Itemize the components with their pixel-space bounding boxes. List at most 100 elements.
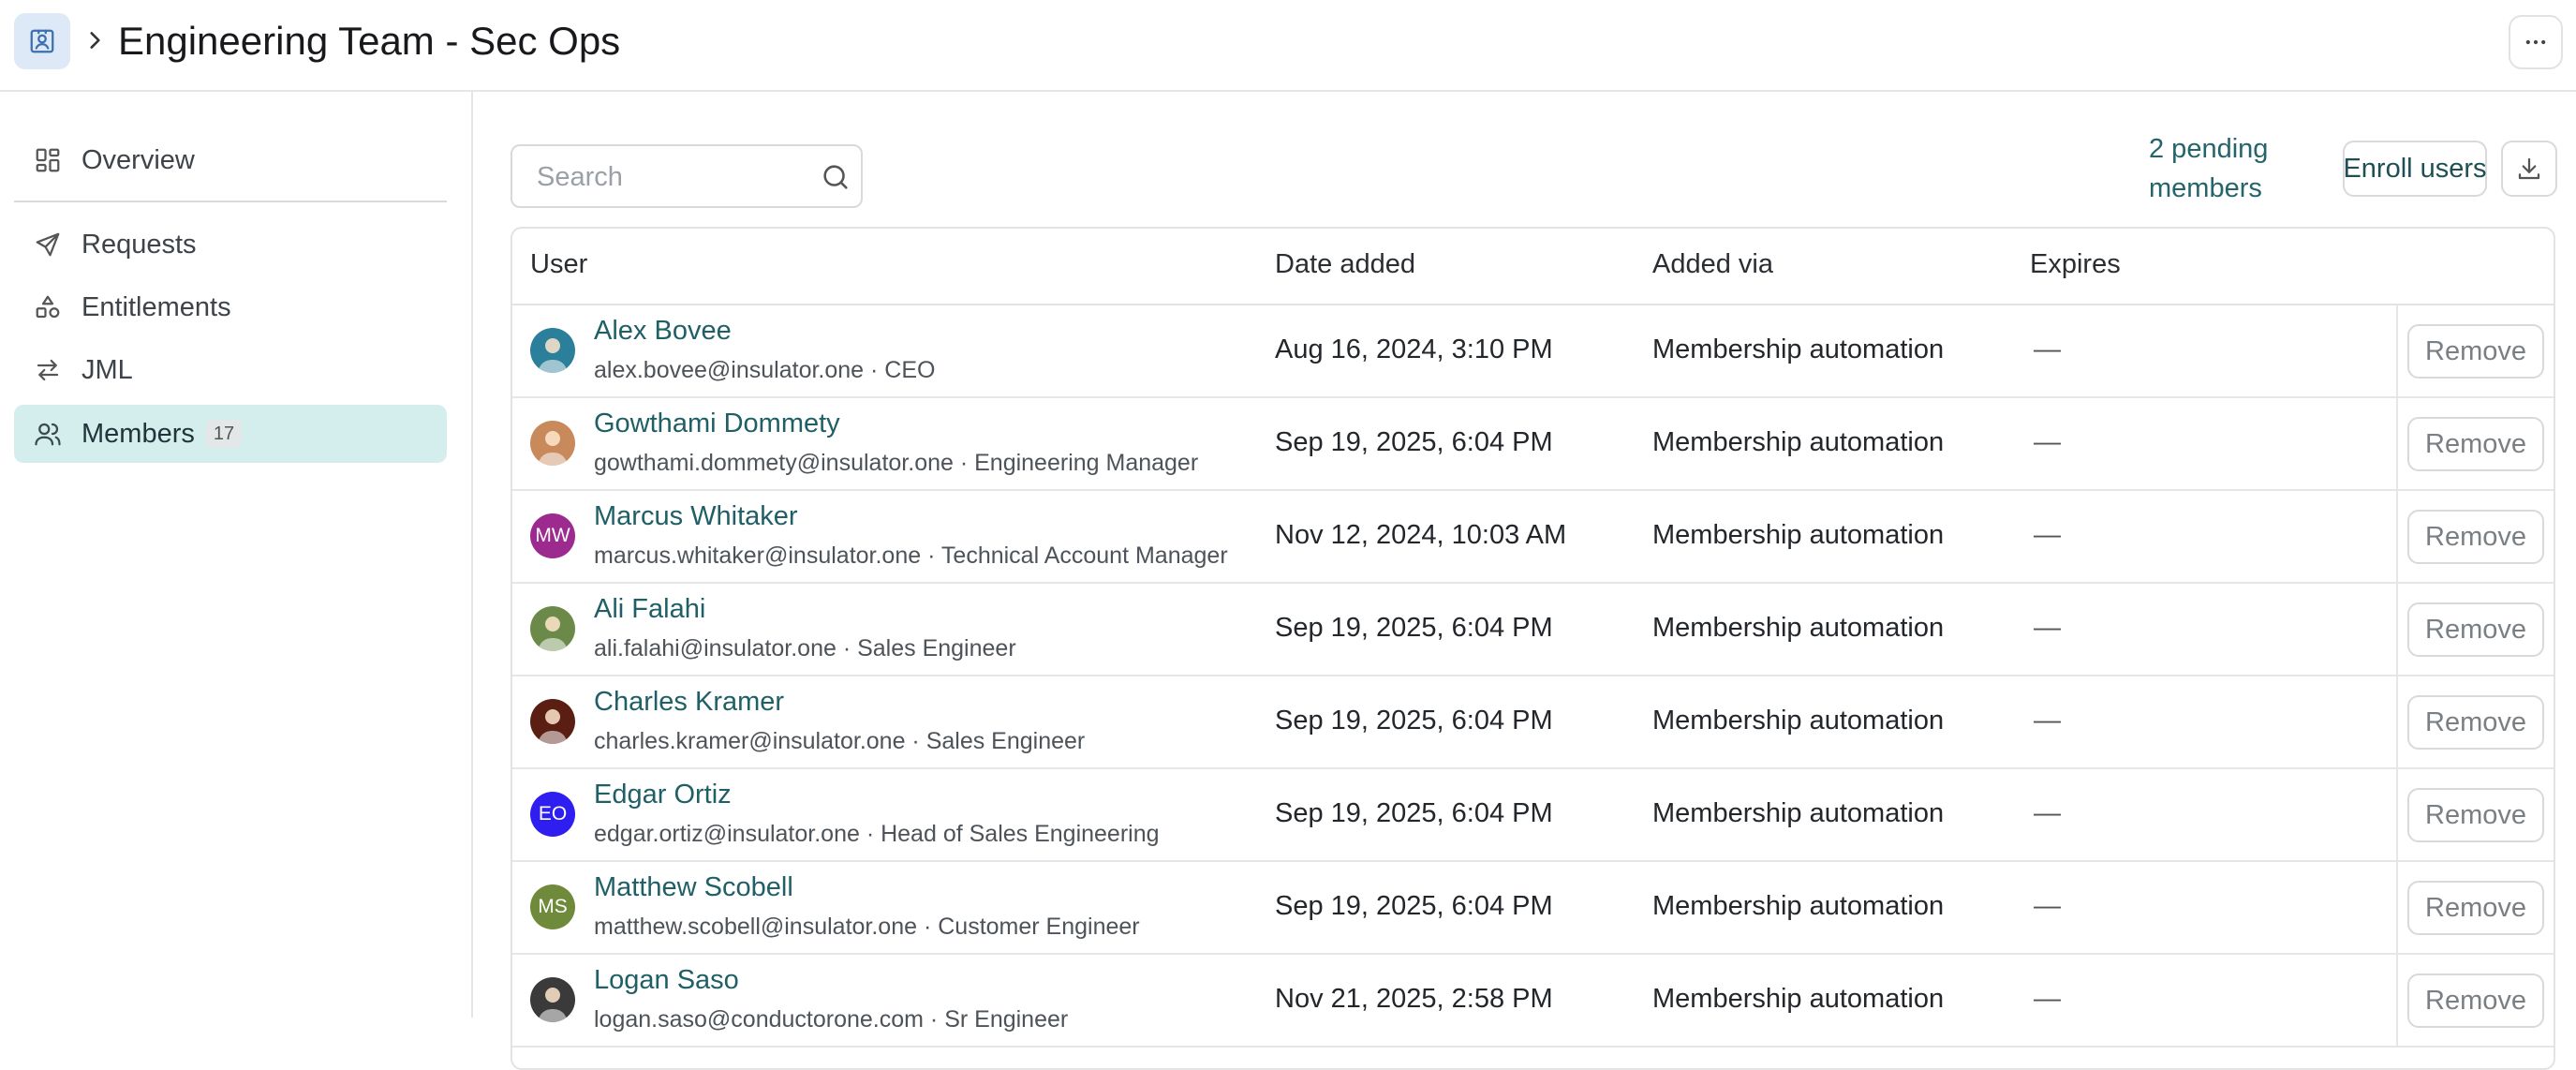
date-added: Nov 12, 2024, 10:03 AM <box>1275 520 1567 550</box>
more-horizontal-icon <box>2525 39 2546 45</box>
user-email-title: alex.bovee@insulator.one · CEO <box>594 357 936 383</box>
expires: — <box>2034 984 2061 1014</box>
shapes-icon <box>33 292 63 322</box>
date-added: Sep 19, 2025, 6:04 PM <box>1275 798 1553 828</box>
table-row: Logan Saso logan.saso@conductorone.com · … <box>512 955 2554 1048</box>
user-email-title: marcus.whitaker@insulator.one · Technica… <box>594 542 1228 569</box>
actions-cell: Remove <box>2396 676 2554 768</box>
avatar: MS <box>530 884 575 929</box>
column-header-expires[interactable]: Expires <box>2030 249 2121 280</box>
more-options-button[interactable] <box>2509 15 2563 69</box>
table-row: MW Marcus Whitaker marcus.whitaker@insulat… <box>512 491 2554 584</box>
page-title: Engineering Team - Sec Ops <box>118 19 621 63</box>
added-via: Membership automation <box>1652 427 1945 457</box>
user-email-title: edgar.ortiz@insulator.one · Head of Sale… <box>594 821 1160 847</box>
avatar <box>530 699 575 744</box>
chevron-right-icon <box>82 28 107 52</box>
added-via: Membership automation <box>1652 891 1945 921</box>
date-added: Sep 19, 2025, 6:04 PM <box>1275 706 1553 736</box>
column-header-date-added[interactable]: Date added <box>1275 249 1415 280</box>
remove-button[interactable]: Remove <box>2407 510 2544 564</box>
dashboard-icon <box>33 145 63 175</box>
table-row: Gowthami Dommety gowthami.dommety@insulat… <box>512 398 2554 491</box>
search-field[interactable] <box>511 144 863 208</box>
avatar <box>530 606 575 651</box>
user-name-link[interactable]: Marcus Whitaker <box>594 501 798 532</box>
expires: — <box>2034 798 2061 828</box>
remove-button[interactable]: Remove <box>2407 324 2544 379</box>
members-table: User Date added Added via Expires Alex B… <box>511 227 2555 1070</box>
avatar: MW <box>530 513 575 558</box>
actions-cell: Remove <box>2396 584 2554 676</box>
sidebar-divider <box>14 201 447 202</box>
sidebar-item-label: JML <box>81 354 133 385</box>
sidebar-item-label: Requests <box>81 229 197 260</box>
search-input[interactable] <box>535 157 801 197</box>
remove-button[interactable]: Remove <box>2407 881 2544 935</box>
table-row: EO Edgar Ortiz edgar.ortiz@insulator.one ·… <box>512 769 2554 862</box>
column-header-added-via[interactable]: Added via <box>1652 249 1773 280</box>
added-via: Membership automation <box>1652 613 1945 643</box>
expires: — <box>2034 427 2061 457</box>
added-via: Membership automation <box>1652 520 1945 550</box>
avatar <box>530 977 575 1022</box>
expires: — <box>2034 520 2061 550</box>
user-name-link[interactable]: Alex Bovee <box>594 316 732 347</box>
actions-cell: Remove <box>2396 491 2554 583</box>
user-email-title: matthew.scobell@insulator.one · Customer… <box>594 914 1140 940</box>
user-email-title: ali.falahi@insulator.one · Sales Enginee… <box>594 635 1016 661</box>
remove-button[interactable]: Remove <box>2407 602 2544 657</box>
member-count-badge: 17 <box>205 420 243 448</box>
remove-button[interactable]: Remove <box>2407 973 2544 1028</box>
avatar <box>530 421 575 466</box>
download-button[interactable] <box>2501 141 2557 197</box>
user-email-title: logan.saso@conductorone.com · Sr Enginee… <box>594 1006 1069 1033</box>
sidebar: Overview Requests Entitlements JML Membe… <box>0 92 473 1018</box>
arrows-swap-icon <box>33 355 63 385</box>
user-name-link[interactable]: Ali Falahi <box>594 594 705 625</box>
date-added: Sep 19, 2025, 6:04 PM <box>1275 427 1553 457</box>
send-icon <box>33 230 63 260</box>
avatar-initials: EO <box>538 803 568 825</box>
search-icon[interactable] <box>820 161 851 193</box>
added-via: Membership automation <box>1652 984 1945 1014</box>
user-email-title: charles.kramer@insulator.one · Sales Eng… <box>594 728 1086 754</box>
expires: — <box>2034 613 2061 643</box>
remove-button[interactable]: Remove <box>2407 695 2544 750</box>
avatar: EO <box>530 792 575 837</box>
table-row: Charles Kramer charles.kramer@insulator.o… <box>512 676 2554 769</box>
pending-members-link[interactable]: 2 pending members <box>2149 129 2299 208</box>
expires: — <box>2034 706 2061 736</box>
added-via: Membership automation <box>1652 334 1945 364</box>
table-row: Alex Bovee alex.bovee@insulator.one · CEO… <box>512 305 2554 398</box>
remove-button[interactable]: Remove <box>2407 788 2544 842</box>
actions-cell: Remove <box>2396 955 2554 1047</box>
column-header-user[interactable]: User <box>530 249 587 280</box>
user-name-link[interactable]: Gowthami Dommety <box>594 409 840 439</box>
user-name-link[interactable]: Charles Kramer <box>594 687 784 718</box>
sidebar-item-label: Members <box>81 418 195 449</box>
user-name-link[interactable]: Logan Saso <box>594 965 739 996</box>
sidebar-item-overview[interactable]: Overview <box>14 131 447 189</box>
user-email-title: gowthami.dommety@insulator.one · Enginee… <box>594 450 1199 476</box>
actions-cell: Remove <box>2396 398 2554 490</box>
avatar-initials: MS <box>538 896 568 917</box>
table-header: User Date added Added via Expires <box>512 229 2554 305</box>
added-via: Membership automation <box>1652 706 1945 736</box>
sidebar-item-jml[interactable]: JML <box>14 341 447 399</box>
user-name-link[interactable]: Edgar Ortiz <box>594 780 732 810</box>
actions-cell: Remove <box>2396 769 2554 861</box>
table-row: MS Matthew Scobell matthew.scobell@insulat… <box>512 862 2554 955</box>
expires: — <box>2034 334 2061 364</box>
user-name-link[interactable]: Matthew Scobell <box>594 872 793 903</box>
sidebar-item-label: Entitlements <box>81 291 231 322</box>
sidebar-item-members[interactable]: Members 17 <box>14 405 447 463</box>
sidebar-item-entitlements[interactable]: Entitlements <box>14 278 447 336</box>
enroll-users-button[interactable]: Enroll users <box>2343 141 2487 197</box>
remove-button[interactable]: Remove <box>2407 417 2544 471</box>
page-header: Engineering Team - Sec Ops <box>0 0 2576 92</box>
contact-badge-icon[interactable] <box>14 13 70 69</box>
date-added: Sep 19, 2025, 6:04 PM <box>1275 613 1553 643</box>
actions-cell: Remove <box>2396 305 2554 397</box>
sidebar-item-requests[interactable]: Requests <box>14 215 447 274</box>
